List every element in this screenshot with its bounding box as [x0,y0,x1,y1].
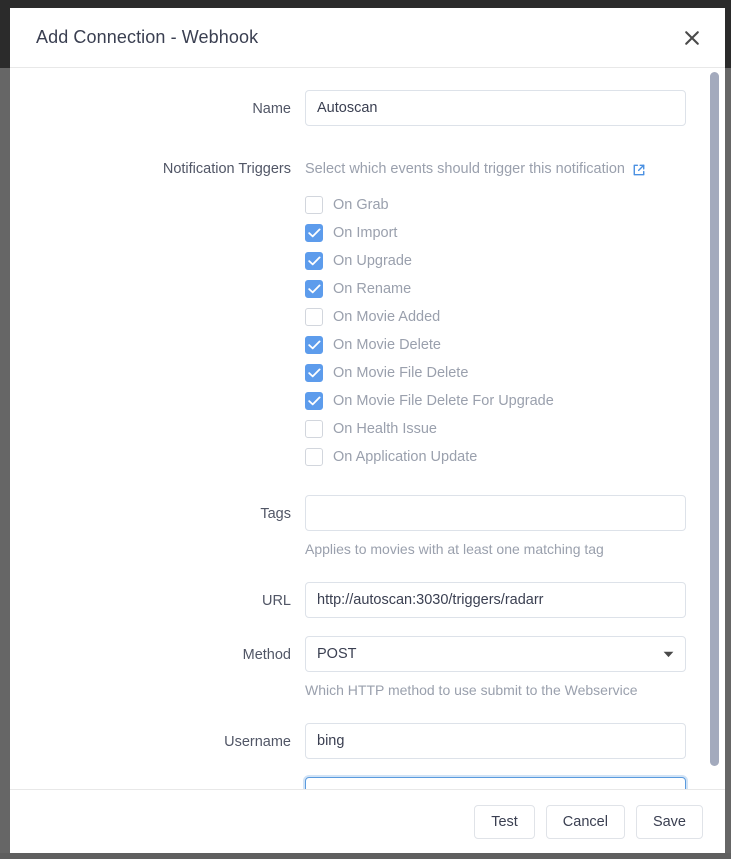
modal-body: Name Notification Triggers Select which … [10,68,725,789]
trigger-checkbox-row[interactable]: On Grab [305,191,687,219]
checkbox-checked-icon[interactable] [305,364,323,382]
trigger-checkbox-label: On Application Update [333,448,477,466]
name-input[interactable] [305,90,686,126]
scrollbar-thumb[interactable] [710,72,719,766]
notification-triggers-hint-text: Select which events should trigger this … [305,160,625,179]
url-label: URL [10,582,305,611]
field-row-url: URL [10,582,687,618]
url-input[interactable] [305,582,686,618]
field-row-username: Username [10,723,687,759]
name-label: Name [10,90,305,119]
external-link-icon[interactable] [632,163,646,177]
trigger-checkbox-label: On Health Issue [333,420,437,438]
tags-label: Tags [10,495,305,524]
trigger-checkbox-label: On Upgrade [333,252,412,270]
field-row-password: Password [10,777,687,789]
test-button[interactable]: Test [474,805,535,839]
add-connection-modal: Add Connection - Webhook Name [10,8,725,853]
trigger-checkbox-row[interactable]: On Movie File Delete For Upgrade [305,387,687,415]
password-label: Password [10,777,305,789]
checkbox-checked-icon[interactable] [305,252,323,270]
modal-header: Add Connection - Webhook [10,8,725,68]
username-label: Username [10,723,305,752]
field-row-name: Name [10,90,687,126]
trigger-checkbox-label: On Movie Added [333,308,440,326]
checkbox-unchecked-icon[interactable] [305,196,323,214]
trigger-checkbox-row[interactable]: On Upgrade [305,247,687,275]
method-label: Method [10,636,305,665]
checkbox-checked-icon[interactable] [305,336,323,354]
trigger-checkbox-label: On Movie File Delete [333,364,468,382]
field-row-tags: Tags Applies to movies with at least one… [10,495,687,558]
notification-trigger-list: On Grab On Import On Upgrade On Rename On Mo… [305,191,687,471]
field-row-method: Method POST Which HTTP method to use sub… [10,636,687,699]
trigger-checkbox-label: On Rename [333,280,411,298]
page-title: Add Connection - Webhook [36,27,258,48]
trigger-checkbox-row[interactable]: On Movie Delete [305,331,687,359]
method-helper-text: Which HTTP method to use submit to the W… [305,681,686,699]
trigger-checkbox-row[interactable]: On Movie File Delete [305,359,687,387]
window-left-gutter [0,68,10,859]
checkbox-checked-icon[interactable] [305,224,323,242]
field-row-notification-triggers: Notification Triggers Select which event… [10,150,687,471]
notification-triggers-label: Notification Triggers [10,150,305,179]
app-background: Add Connection - Webhook Name [0,0,731,859]
method-select[interactable]: POST [305,636,686,672]
checkbox-unchecked-icon[interactable] [305,308,323,326]
tags-input[interactable] [305,495,686,531]
trigger-checkbox-row[interactable]: On Application Update [305,443,687,471]
username-input[interactable] [305,723,686,759]
close-icon[interactable] [677,23,707,53]
form-scroll-area: Name Notification Triggers Select which … [10,68,725,789]
tags-helper-text: Applies to movies with at least one matc… [305,540,686,558]
cancel-button[interactable]: Cancel [546,805,625,839]
save-button[interactable]: Save [636,805,703,839]
trigger-checkbox-label: On Movie File Delete For Upgrade [333,392,554,410]
vertical-scrollbar [707,68,721,789]
password-input[interactable] [305,777,686,789]
checkbox-unchecked-icon[interactable] [305,448,323,466]
trigger-checkbox-row[interactable]: On Import [305,219,687,247]
trigger-checkbox-label: On Movie Delete [333,336,441,354]
trigger-checkbox-row[interactable]: On Movie Added [305,303,687,331]
trigger-checkbox-label: On Grab [333,196,389,214]
window-bottom-gutter [0,853,731,859]
checkbox-checked-icon[interactable] [305,280,323,298]
trigger-checkbox-label: On Import [333,224,397,242]
notification-triggers-hint: Select which events should trigger this … [305,150,687,179]
trigger-checkbox-row[interactable]: On Rename [305,275,687,303]
checkbox-checked-icon[interactable] [305,392,323,410]
trigger-checkbox-row[interactable]: On Health Issue [305,415,687,443]
checkbox-unchecked-icon[interactable] [305,420,323,438]
modal-footer: Test Cancel Save [10,789,725,853]
